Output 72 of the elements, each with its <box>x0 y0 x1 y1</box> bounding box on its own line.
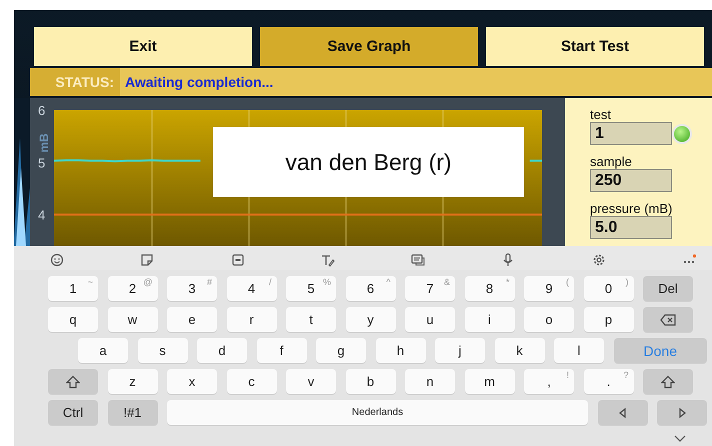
keyboard-key[interactable]: 5 % <box>286 276 336 301</box>
toggle-knob[interactable] <box>672 124 692 144</box>
keyboard-key[interactable]: u <box>405 307 455 332</box>
keyboard-key[interactable]: p <box>584 307 634 332</box>
keyboard-key[interactable]: z <box>108 369 158 394</box>
axis-label: mB <box>37 133 51 153</box>
keyboard-key[interactable]: m <box>464 369 514 394</box>
top-button[interactable]: Exit <box>34 27 252 66</box>
chat-icon[interactable] <box>411 253 426 267</box>
keyboard-key[interactable] <box>643 369 693 394</box>
keyboard-key[interactable] <box>48 369 98 394</box>
keyboard-key[interactable] <box>643 307 693 332</box>
keyboard-key[interactable]: s <box>138 338 188 363</box>
keyboard-key[interactable]: 0 ) <box>584 276 634 301</box>
keyboard-key[interactable]: 8 * <box>464 276 514 301</box>
field-label: pressure (mB) <box>590 202 674 216</box>
keyboard-key[interactable]: y <box>346 307 396 332</box>
input-field[interactable]: 1 <box>590 122 672 145</box>
backspace-icon <box>660 312 676 326</box>
keyboard-key[interactable]: t <box>286 307 336 332</box>
keyboard-key[interactable]: l <box>554 338 604 363</box>
keyboard-key[interactable]: g <box>316 338 366 363</box>
keyboard-key[interactable]: f <box>256 338 306 363</box>
keyboard-key[interactable]: 9 ( <box>524 276 574 301</box>
axis-tick: 5 <box>38 155 46 170</box>
input-field[interactable]: 5.0 <box>590 216 672 239</box>
keyboard-key[interactable]: a <box>78 338 128 363</box>
top-button[interactable]: Start Test <box>486 27 704 66</box>
keyboard-key[interactable]: Ctrl <box>48 400 98 425</box>
handwriting-icon[interactable] <box>320 253 335 267</box>
keyboard-key[interactable]: 3 # <box>167 276 217 301</box>
smiley-icon[interactable] <box>50 253 64 267</box>
keyboard-key[interactable]: h <box>376 338 426 363</box>
keyboard-key[interactable]: !#1 <box>108 400 158 425</box>
keyboard-key[interactable]: Del <box>643 276 693 301</box>
keyboard-key[interactable]: w <box>108 307 158 332</box>
keyboard-key[interactable]: 4 / <box>226 276 276 301</box>
keyboard-key[interactable]: c <box>226 369 276 394</box>
keyboard-key[interactable]: x <box>167 369 217 394</box>
keyboard-key[interactable]: n <box>405 369 455 394</box>
status-text: Awaiting completion... <box>124 74 274 90</box>
keyboard-key[interactable]: o <box>524 307 574 332</box>
keyboard-key[interactable]: , ! <box>524 369 574 394</box>
shift-icon <box>66 374 80 388</box>
keyboard-key[interactable]: q <box>48 307 98 332</box>
keyboard-key[interactable]: 1 ~ <box>48 276 98 301</box>
name-popup: van den Berg (r) <box>213 127 524 197</box>
keyboard-key[interactable]: j <box>435 338 485 363</box>
keyboard-key[interactable]: 6 ^ <box>346 276 396 301</box>
keyboard-key[interactable]: d <box>197 338 247 363</box>
space-bar[interactable]: Nederlands <box>167 400 588 425</box>
microphone-icon[interactable] <box>501 253 516 267</box>
keyboard-key[interactable]: 2 @ <box>108 276 158 301</box>
keyboard-key[interactable]: k <box>494 338 544 363</box>
top-button[interactable]: Save Graph <box>260 27 478 66</box>
keyboard-key[interactable]: e <box>167 307 217 332</box>
keyboard-key[interactable]: v <box>286 369 336 394</box>
chevron-down-icon[interactable] <box>674 435 686 443</box>
shift-icon <box>661 374 675 388</box>
field-label: sample <box>590 155 633 169</box>
axis-tick: 6 <box>38 103 46 118</box>
axis-tick: 4 <box>38 208 46 223</box>
keyboard-key[interactable]: r <box>226 307 276 332</box>
keyboard-key[interactable]: . ? <box>584 369 634 394</box>
field-label: test <box>590 108 612 122</box>
keyboard-key[interactable]: 7 & <box>405 276 455 301</box>
keyboard-key[interactable]: i <box>464 307 514 332</box>
sticker-icon[interactable] <box>140 253 154 267</box>
status-label: STATUS: <box>30 68 120 96</box>
input-field[interactable]: 250 <box>590 169 672 192</box>
settings-icon[interactable] <box>592 253 606 267</box>
keyboard-key[interactable]: b <box>346 369 396 394</box>
